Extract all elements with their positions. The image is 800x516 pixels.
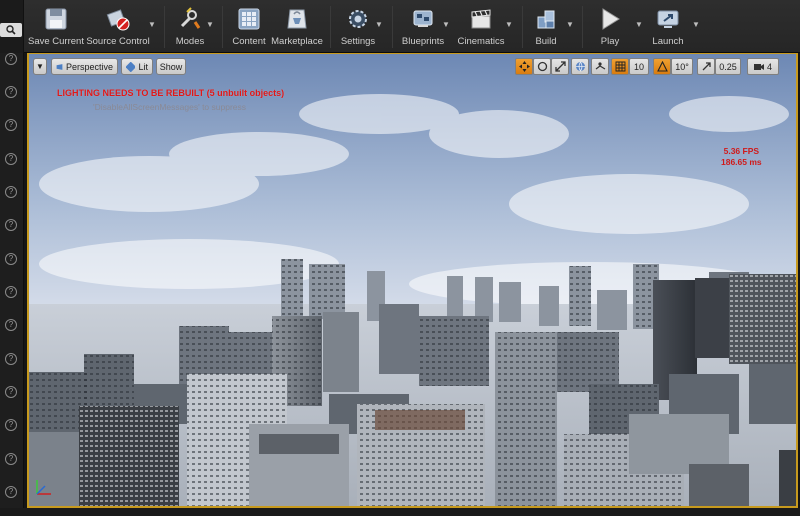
launch-button[interactable]: Launch	[650, 3, 686, 51]
help-icon[interactable]: ?	[5, 86, 17, 98]
suppress-messages-hint: 'DisableAllScreenMessages' to suppress	[93, 102, 247, 112]
play-dropdown-icon[interactable]: ▼	[635, 20, 643, 29]
help-icon[interactable]: ?	[5, 419, 17, 431]
source-control-button[interactable]: Source Control	[86, 3, 150, 51]
help-icon[interactable]: ?	[5, 253, 17, 265]
help-icon[interactable]: ?	[5, 186, 17, 198]
world-local-toggle[interactable]	[571, 58, 589, 75]
help-icon[interactable]: ?	[5, 319, 17, 331]
settings-button[interactable]: Settings	[338, 3, 378, 51]
play-button[interactable]: Play	[590, 3, 630, 51]
frame-time-value: 186.65 ms	[721, 157, 762, 167]
blueprints-dropdown-icon[interactable]: ▼	[442, 20, 450, 29]
help-icon[interactable]: ?	[5, 219, 17, 231]
lighting-rebuild-warning: LIGHTING NEEDS TO BE REBUILT (5 unbuilt …	[57, 88, 285, 98]
rotate-tool-button[interactable]	[533, 58, 551, 75]
city-scene-render[interactable]	[29, 54, 796, 506]
fps-value: 5.36 FPS	[723, 146, 760, 156]
show-button[interactable]: Show	[156, 58, 186, 75]
lit-mode-button[interactable]: Lit	[121, 58, 153, 75]
content-button[interactable]: Content	[230, 3, 268, 51]
modes-button[interactable]: Modes	[170, 3, 210, 51]
toolbar-separator	[330, 6, 331, 48]
chevron-down-icon: ▼	[36, 62, 44, 71]
settings-dropdown-icon[interactable]: ▼	[375, 20, 383, 29]
blueprints-icon	[413, 10, 433, 27]
rotate-icon	[537, 61, 547, 72]
marketplace-icon	[287, 9, 307, 29]
surface-snapping-button[interactable]	[591, 58, 609, 75]
help-icon[interactable]: ?	[5, 386, 17, 398]
blueprints-button[interactable]: Blueprints	[400, 3, 446, 51]
help-icon[interactable]: ?	[5, 153, 17, 165]
angle-icon	[656, 61, 668, 72]
surface-snap-icon	[595, 62, 605, 70]
cinematics-button[interactable]: Cinematics	[458, 3, 505, 51]
search-button[interactable]	[0, 23, 22, 37]
help-icon[interactable]: ?	[5, 53, 17, 65]
translate-tool-button[interactable]	[515, 58, 533, 75]
bottom-status-strip	[0, 508, 800, 516]
launch-icon	[657, 10, 679, 28]
grid-snap-toggle[interactable]	[611, 58, 629, 75]
grid-icon	[615, 61, 625, 72]
help-icon[interactable]: ?	[5, 486, 17, 498]
help-icon[interactable]: ?	[5, 353, 17, 365]
cinematics-dropdown-icon[interactable]: ▼	[505, 20, 513, 29]
source-control-icon	[106, 9, 130, 31]
search-icon	[6, 25, 16, 35]
left-sidebar: ? ? ? ? ? ? ? ? ? ? ? ? ? ?	[0, 23, 24, 516]
build-dropdown-icon[interactable]: ▼	[566, 20, 574, 29]
marketplace-button[interactable]: Marketplace	[271, 3, 323, 51]
launch-dropdown-icon[interactable]: ▼	[692, 20, 700, 29]
fps-counter: 5.36 FPS 186.65 ms	[721, 146, 762, 168]
perspective-button[interactable]: Perspective	[51, 58, 118, 75]
scale-snap-value[interactable]: 0.25	[715, 58, 741, 75]
scale-snap-toggle[interactable]	[697, 58, 715, 75]
level-viewport[interactable]: ▼ Perspective Lit Show 10 10° 0.25 4 LIG…	[27, 53, 798, 508]
help-icon[interactable]: ?	[5, 286, 17, 298]
lit-sphere-icon	[126, 61, 136, 72]
camera-speed-button[interactable]: 4	[747, 58, 779, 75]
help-icon[interactable]: ?	[5, 119, 17, 131]
save-icon	[45, 8, 67, 30]
rotation-snap-toggle[interactable]	[653, 58, 671, 75]
build-icon	[537, 10, 555, 29]
rotation-snap-value[interactable]: 10°	[671, 58, 693, 75]
move-icon	[518, 61, 530, 72]
perspective-icon	[56, 63, 63, 70]
modes-dropdown-icon[interactable]: ▼	[206, 20, 214, 29]
scale-tool-button[interactable]	[551, 58, 569, 75]
build-button[interactable]: Build	[530, 3, 562, 51]
globe-icon	[575, 61, 585, 72]
grid-snap-value[interactable]: 10	[629, 58, 649, 75]
toolbar-separator	[392, 6, 393, 48]
toolbar-separator	[164, 6, 165, 48]
modes-icon	[180, 7, 201, 29]
toolbar-separator	[522, 6, 523, 48]
save-current-button[interactable]: Save Current	[28, 3, 84, 51]
cinematics-icon	[471, 9, 491, 29]
scale-icon	[554, 61, 566, 72]
main-toolbar: Save Current Source Control ▼ Modes ▼ Co…	[0, 0, 800, 53]
source-control-dropdown-icon[interactable]: ▼	[148, 20, 156, 29]
scale-snap-icon	[702, 62, 711, 71]
settings-icon	[349, 10, 367, 28]
help-icon[interactable]: ?	[5, 453, 17, 465]
play-icon	[602, 8, 620, 30]
toolbar-separator	[582, 6, 583, 48]
content-icon	[238, 8, 260, 30]
viewport-options-dropdown[interactable]: ▼	[33, 58, 47, 75]
toolbar-separator	[222, 6, 223, 48]
camera-icon	[753, 64, 764, 70]
